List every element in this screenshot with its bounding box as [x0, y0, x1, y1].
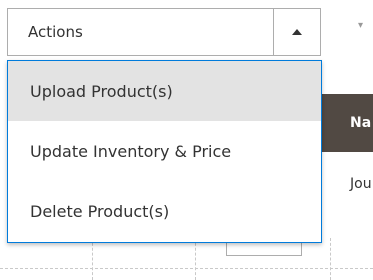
column-header-label: Na	[350, 115, 372, 131]
actions-dropdown[interactable]: Actions	[7, 8, 321, 56]
menu-item-upload-products[interactable]: Upload Product(s)	[8, 61, 321, 121]
actions-menu: Upload Product(s) Update Inventory & Pri…	[7, 60, 322, 243]
column-header-name[interactable]: Na	[322, 94, 373, 152]
menu-item-delete-products[interactable]: Delete Product(s)	[8, 181, 321, 241]
menu-item-update-inventory-price[interactable]: Update Inventory & Price	[8, 121, 321, 181]
menu-item-label: Upload Product(s)	[30, 81, 173, 101]
menu-item-label: Delete Product(s)	[30, 201, 170, 221]
column-divider	[195, 238, 196, 280]
column-divider	[92, 238, 93, 280]
actions-label: Actions	[28, 23, 83, 41]
caret-up-icon	[292, 29, 302, 35]
column-divider	[330, 238, 331, 280]
row-divider	[0, 268, 373, 269]
background-sort-icon: ▾	[358, 20, 364, 31]
table-cell-text: Jou	[350, 176, 372, 192]
actions-toggle-button[interactable]	[273, 9, 320, 55]
menu-item-label: Update Inventory & Price	[30, 141, 232, 161]
table-cell-name: Jou	[322, 176, 373, 202]
